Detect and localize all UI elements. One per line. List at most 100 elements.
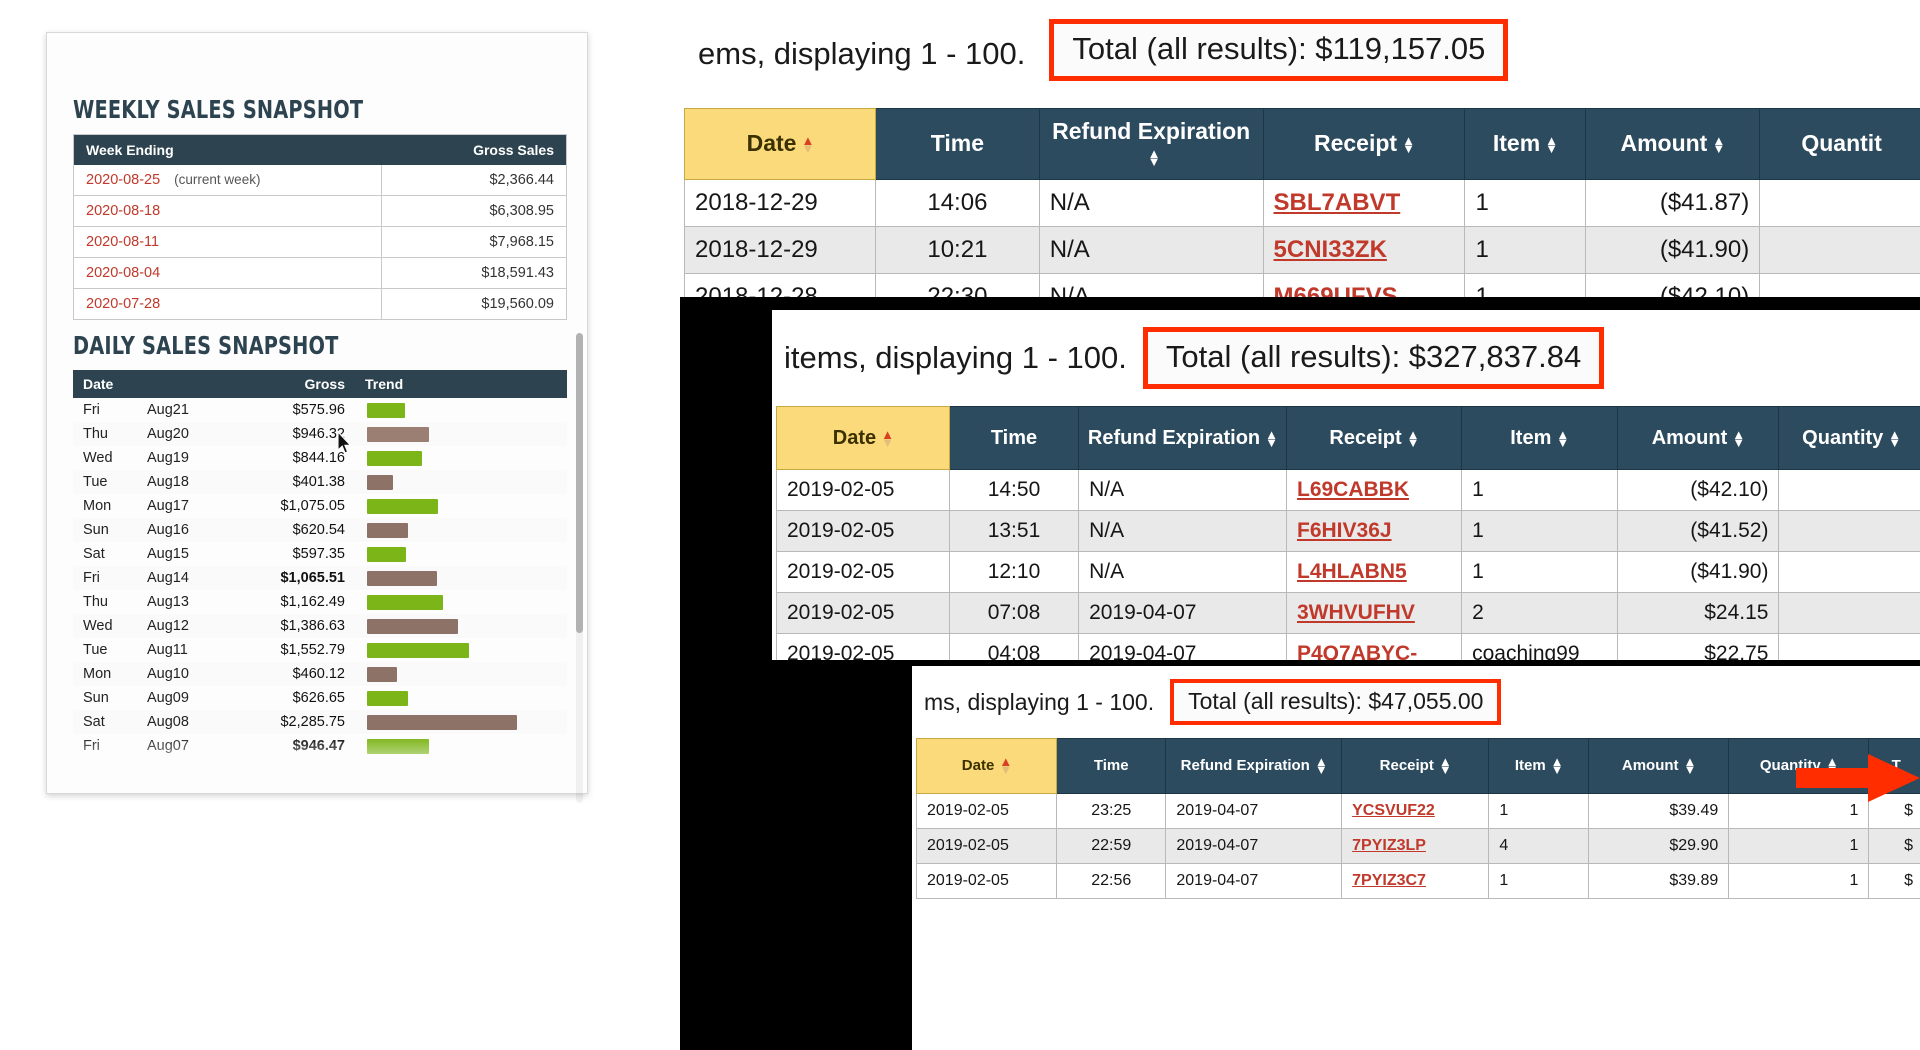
sort-arrows-icon[interactable]: ▲▼ xyxy=(1148,147,1161,168)
th-time-2[interactable]: Time xyxy=(948,406,1080,470)
daily-weekday-cell: Wed xyxy=(83,618,113,634)
daily-day-cell: Aug20 xyxy=(147,426,189,442)
table-row: 2020-07-28 $19,560.09 xyxy=(73,288,567,320)
transactions-body-1: 2018-12-29 14:06 N/A SBL7ABVT 1 ($41.87) 2018-… xyxy=(683,179,1920,297)
daily-day-cell: Aug09 xyxy=(147,690,189,706)
trend-bar xyxy=(367,690,409,706)
daily-weekday-cell: Thu xyxy=(83,594,108,610)
results-screenshot-3: ms, displaying 1 - 100. Total (all resul… xyxy=(912,666,1920,1050)
week-ending-link[interactable]: 2020-08-18 xyxy=(86,203,160,219)
th-item-2[interactable]: Item ▲ ▼ xyxy=(1461,406,1618,470)
receipt-link[interactable]: YCSVUF22 xyxy=(1352,802,1435,819)
daily-trend-cell xyxy=(355,446,567,470)
th-receipt-3[interactable]: Receipt ▲ ▼ xyxy=(1341,738,1490,794)
th-date-3[interactable]: Date ▲ ▼ xyxy=(915,738,1058,794)
receipt-link[interactable]: F6HIV36J xyxy=(1297,519,1392,542)
th-amount-2[interactable]: Amount ▲ ▼ xyxy=(1616,406,1780,470)
th-time-3[interactable]: Time xyxy=(1056,738,1167,794)
cell-time: 23:25 xyxy=(1056,793,1167,829)
cell-receipt: L4HLABN5 xyxy=(1285,551,1463,593)
receipt-link[interactable]: 7PYIZ3C7 xyxy=(1352,872,1426,889)
sort-arrows-icon[interactable]: ▲▼ xyxy=(1439,755,1452,776)
weekly-gross-sales-cell: $2,366.44 xyxy=(381,165,567,196)
sort-arrows-icon[interactable]: ▲▼ xyxy=(1265,428,1278,449)
weekly-gross-sales-cell: $6,308.95 xyxy=(381,195,567,227)
daily-col-trend: Trend xyxy=(355,370,567,398)
cell-date: 2018-12-29 xyxy=(683,179,877,227)
cell-amount: $39.49 xyxy=(1588,793,1730,829)
week-ending-link[interactable]: 2020-08-04 xyxy=(86,265,160,281)
daily-weekday-cell: Sun xyxy=(83,522,109,538)
receipt-link[interactable]: M669UFVS xyxy=(1274,283,1398,297)
daily-weekday-cell: Thu xyxy=(83,426,108,442)
weekly-section-title: WEEKLY SALES SNAPSHOT xyxy=(73,95,364,124)
receipt-link[interactable]: 7PYIZ3LP xyxy=(1352,837,1426,854)
th-date-1[interactable]: Date ▲ ▼ xyxy=(683,108,877,180)
table-row: 2020-08-18 $6,308.95 xyxy=(73,195,567,227)
receipt-link[interactable]: L69CABBK xyxy=(1297,478,1409,501)
daily-day-cell: Aug15 xyxy=(147,546,189,562)
sort-arrows-icon[interactable]: ▲▼ xyxy=(1684,755,1697,776)
th-quantity-1[interactable]: Quantit xyxy=(1759,108,1920,180)
th-item-1[interactable]: Item ▲ ▼ xyxy=(1464,108,1586,180)
receipt-link[interactable]: P4Q7ABYC- xyxy=(1297,642,1417,660)
sort-arrows-icon[interactable]: ▲▼ xyxy=(1402,134,1415,155)
cell-amount: ($41.87) xyxy=(1584,179,1761,227)
receipt-link[interactable]: L4HLABN5 xyxy=(1297,560,1407,583)
cell-receipt: F6HIV36J xyxy=(1285,510,1463,552)
sort-arrows-icon[interactable]: ▲▼ xyxy=(881,428,894,449)
sort-arrows-icon[interactable]: ▲▼ xyxy=(1888,428,1901,449)
cell-date: 2018-12-29 xyxy=(683,226,877,274)
weekly-col-gross-sales: Gross Sales xyxy=(381,134,567,165)
sort-arrows-icon[interactable]: ▲▼ xyxy=(1712,134,1725,155)
cell-time: 13:51 xyxy=(948,510,1080,552)
report-scrollbar-track[interactable] xyxy=(576,333,583,803)
sort-arrows-icon[interactable]: ▲▼ xyxy=(1407,428,1420,449)
report-scrollbar-thumb[interactable] xyxy=(576,333,583,633)
receipt-link[interactable]: SBL7ABVT xyxy=(1274,189,1401,216)
sort-arrows-icon[interactable]: ▲▼ xyxy=(1315,755,1328,776)
table-row: 2018-12-29 14:06 N/A SBL7ABVT 1 ($41.87) xyxy=(683,179,1920,227)
daily-weekday-cell: Sat xyxy=(83,714,105,730)
cell-quantity xyxy=(1778,633,1920,660)
sort-arrows-icon[interactable]: ▲▼ xyxy=(801,134,814,155)
transactions-head-2: Date ▲ ▼ Time Refund Expiration ▲ ▼ Receipt ▲… xyxy=(776,406,1920,470)
week-ending-link[interactable]: 2020-08-25 xyxy=(86,172,160,188)
cell-quantity xyxy=(1759,179,1920,227)
sort-arrows-icon[interactable]: ▲▼ xyxy=(1551,755,1564,776)
th-quantity-2[interactable]: Quantity ▲ ▼ xyxy=(1778,406,1920,470)
cell-receipt: 7PYIZ3LP xyxy=(1341,828,1490,864)
receipt-link[interactable]: 5CNI33ZK xyxy=(1274,236,1387,263)
th-amount-1[interactable]: Amount ▲ ▼ xyxy=(1584,108,1761,180)
cell-refund_expiration: N/A xyxy=(1038,226,1264,274)
receipt-link[interactable]: 3WHVUFHV xyxy=(1297,601,1415,624)
trend-bar xyxy=(367,642,469,658)
th-amount-3[interactable]: Amount ▲ ▼ xyxy=(1588,738,1730,794)
week-ending-link[interactable]: 2020-07-28 xyxy=(86,296,160,312)
th-refund-expiration-1[interactable]: Refund Expiration ▲ ▼ xyxy=(1038,108,1264,180)
daily-header-row: Date Gross Trend xyxy=(73,370,567,398)
cell-item: 4 xyxy=(1488,828,1590,864)
cell-time: 04:08 xyxy=(948,633,1080,660)
sort-arrows-icon[interactable]: ▲▼ xyxy=(1545,134,1558,155)
th-receipt-2[interactable]: Receipt ▲ ▼ xyxy=(1285,406,1463,470)
daily-day-cell: Aug07 xyxy=(147,738,189,754)
th-date-2[interactable]: Date ▲ ▼ xyxy=(776,406,950,470)
th-receipt-1[interactable]: Receipt ▲ ▼ xyxy=(1262,108,1466,180)
cell-item: 1 xyxy=(1488,863,1590,899)
table-row: 2018-12-28 22:30 N/A M669UFVS 1 ($42.10) xyxy=(683,273,1920,297)
th-time-1[interactable]: Time xyxy=(875,108,1040,180)
th-item-3[interactable]: Item ▲ ▼ xyxy=(1488,738,1590,794)
th-refund-expiration-2[interactable]: Refund Expiration ▲ ▼ xyxy=(1078,406,1287,470)
cell-item: 1 xyxy=(1461,510,1618,552)
week-ending-link[interactable]: 2020-08-11 xyxy=(86,234,159,250)
sort-arrows-icon[interactable]: ▲▼ xyxy=(999,755,1012,776)
trend-bar xyxy=(367,522,408,538)
cell-refund_expiration: 2019-04-07 xyxy=(1165,863,1343,899)
results-count-text-1: ems, displaying 1 - 100. xyxy=(698,36,1026,71)
cell-time: 22:59 xyxy=(1056,828,1167,864)
cell-time: 10:21 xyxy=(875,226,1040,274)
sort-arrows-icon[interactable]: ▲▼ xyxy=(1732,428,1745,449)
sort-arrows-icon[interactable]: ▲▼ xyxy=(1556,428,1569,449)
th-refund-expiration-3[interactable]: Refund Expiration ▲ ▼ xyxy=(1165,738,1343,794)
